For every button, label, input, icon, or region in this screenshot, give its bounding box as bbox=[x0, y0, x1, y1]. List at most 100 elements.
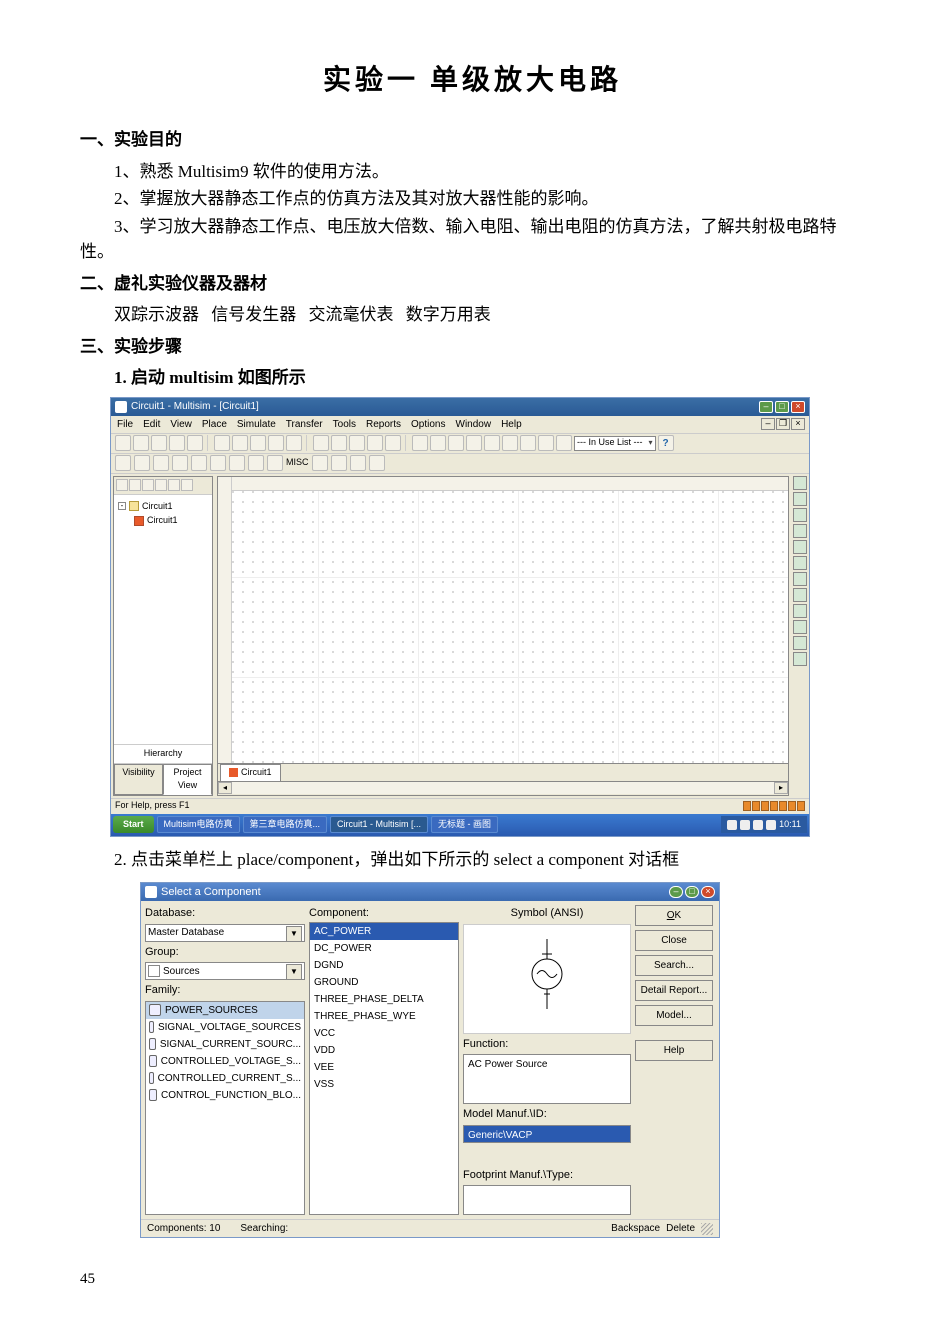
redo-icon[interactable] bbox=[286, 435, 302, 451]
component-list[interactable]: AC_POWER DC_POWER DGND GROUND THREE_PHAS… bbox=[309, 922, 459, 1216]
menu-file[interactable]: File bbox=[117, 417, 133, 432]
close-button[interactable]: × bbox=[791, 401, 805, 413]
tool-icon[interactable] bbox=[502, 435, 518, 451]
minimize-button[interactable]: – bbox=[669, 886, 683, 898]
component-item[interactable]: THREE_PHASE_DELTA bbox=[310, 991, 458, 1008]
comp-icon[interactable] bbox=[369, 455, 385, 471]
help-button[interactable]: Help bbox=[635, 1040, 713, 1061]
comp-icon[interactable] bbox=[312, 455, 328, 471]
tool-icon[interactable] bbox=[484, 435, 500, 451]
sb-icon[interactable] bbox=[181, 479, 193, 491]
tool-icon[interactable] bbox=[520, 435, 536, 451]
start-button[interactable]: Start bbox=[113, 816, 154, 834]
instrument-icon[interactable] bbox=[793, 540, 807, 554]
instrument-icon[interactable] bbox=[793, 572, 807, 586]
zoom-in-icon[interactable] bbox=[331, 435, 347, 451]
family-item[interactable]: CONTROLLED_CURRENT_S... bbox=[146, 1070, 304, 1087]
tool-icon[interactable] bbox=[538, 435, 554, 451]
comp-icon[interactable] bbox=[331, 455, 347, 471]
component-item[interactable]: VDD bbox=[310, 1042, 458, 1059]
component-item[interactable]: VSS bbox=[310, 1076, 458, 1093]
zoom-fit-icon[interactable] bbox=[313, 435, 329, 451]
preview-icon[interactable] bbox=[187, 435, 203, 451]
open-icon[interactable] bbox=[133, 435, 149, 451]
hscrollbar[interactable]: ◂ ▸ bbox=[217, 782, 789, 796]
sb-icon[interactable] bbox=[129, 479, 141, 491]
ok-button[interactable]: OK bbox=[635, 905, 713, 926]
family-item[interactable]: SIGNAL_VOLTAGE_SOURCES bbox=[146, 1019, 304, 1036]
comp-icon[interactable] bbox=[134, 455, 150, 471]
sb-icon[interactable] bbox=[142, 479, 154, 491]
component-item[interactable]: DGND bbox=[310, 957, 458, 974]
tray-icon[interactable] bbox=[727, 820, 737, 830]
comp-icon[interactable] bbox=[229, 455, 245, 471]
menu-simulate[interactable]: Simulate bbox=[237, 417, 276, 432]
family-list[interactable]: POWER_SOURCES SIGNAL_VOLTAGE_SOURCES SIG… bbox=[145, 1001, 305, 1216]
maximize-button[interactable]: □ bbox=[775, 401, 789, 413]
zoom-100-icon[interactable] bbox=[385, 435, 401, 451]
paste-icon[interactable] bbox=[250, 435, 266, 451]
titlebar[interactable]: Circuit1 - Multisim - [Circuit1] – □ × bbox=[111, 398, 809, 416]
comp-icon[interactable] bbox=[210, 455, 226, 471]
tab-visibility[interactable]: Visibility bbox=[114, 764, 163, 795]
new-icon[interactable] bbox=[115, 435, 131, 451]
comp-icon[interactable] bbox=[172, 455, 188, 471]
close-button[interactable]: Close bbox=[635, 930, 713, 951]
scroll-left-icon[interactable]: ◂ bbox=[218, 782, 232, 794]
zoom-out-icon[interactable] bbox=[349, 435, 365, 451]
dialog-titlebar[interactable]: Select a Component – □ × bbox=[141, 883, 719, 901]
instrument-icon[interactable] bbox=[793, 524, 807, 538]
family-item[interactable]: CONTROLLED_VOLTAGE_S... bbox=[146, 1053, 304, 1070]
tool-icon[interactable] bbox=[466, 435, 482, 451]
group-combo[interactable]: Sources bbox=[145, 962, 305, 980]
zoom-area-icon[interactable] bbox=[367, 435, 383, 451]
model-field[interactable]: Generic\VACP bbox=[463, 1125, 631, 1143]
design-toolbox[interactable]: -Circuit1 Circuit1 Hierarchy Visibility … bbox=[113, 476, 213, 796]
sb-icon[interactable] bbox=[168, 479, 180, 491]
comp-icon[interactable] bbox=[191, 455, 207, 471]
taskbar-item[interactable]: Circuit1 - Multisim [... bbox=[330, 816, 428, 834]
menu-place[interactable]: Place bbox=[202, 417, 227, 432]
schematic-canvas[interactable] bbox=[217, 476, 789, 764]
resize-grip-icon[interactable] bbox=[701, 1223, 713, 1235]
taskbar-item[interactable]: Multisim电路仿真 bbox=[157, 816, 240, 834]
component-item[interactable]: VCC bbox=[310, 1025, 458, 1042]
tab-project-view[interactable]: Project View bbox=[163, 764, 212, 795]
instrument-icon[interactable] bbox=[793, 652, 807, 666]
tray-icon[interactable] bbox=[766, 820, 776, 830]
database-combo[interactable]: Master Database bbox=[145, 924, 305, 942]
taskbar-item[interactable]: 第三章电路仿真... bbox=[243, 816, 328, 834]
cut-icon[interactable] bbox=[214, 435, 230, 451]
hierarchy-tree[interactable]: -Circuit1 Circuit1 bbox=[114, 495, 212, 745]
inuse-combo[interactable]: --- In Use List --- bbox=[574, 436, 656, 451]
menu-view[interactable]: View bbox=[170, 417, 192, 432]
instrument-icon[interactable] bbox=[793, 556, 807, 570]
family-item[interactable]: CONTROL_FUNCTION_BLO... bbox=[146, 1087, 304, 1104]
instrument-icon[interactable] bbox=[793, 476, 807, 490]
sb-icon[interactable] bbox=[155, 479, 167, 491]
menu-tools[interactable]: Tools bbox=[333, 417, 356, 432]
search-button[interactable]: Search... bbox=[635, 955, 713, 976]
taskbar-item[interactable]: 无标题 - 画图 bbox=[431, 816, 498, 834]
mdi-close-button[interactable]: × bbox=[791, 418, 805, 430]
menu-reports[interactable]: Reports bbox=[366, 417, 401, 432]
instruments-toolbar[interactable] bbox=[791, 474, 809, 798]
tool-icon[interactable] bbox=[556, 435, 572, 451]
toolbar-components[interactable]: MISC bbox=[111, 454, 809, 474]
tray-icon[interactable] bbox=[753, 820, 763, 830]
save-icon[interactable] bbox=[151, 435, 167, 451]
family-item[interactable]: SIGNAL_CURRENT_SOURC... bbox=[146, 1036, 304, 1053]
tray-icon[interactable] bbox=[740, 820, 750, 830]
close-button[interactable]: × bbox=[701, 886, 715, 898]
minimize-button[interactable]: – bbox=[759, 401, 773, 413]
instrument-icon[interactable] bbox=[793, 492, 807, 506]
menu-transfer[interactable]: Transfer bbox=[286, 417, 323, 432]
scroll-right-icon[interactable]: ▸ bbox=[774, 782, 788, 794]
menubar[interactable]: File Edit View Place Simulate Transfer T… bbox=[111, 416, 809, 434]
windows-taskbar[interactable]: Start Multisim电路仿真 第三章电路仿真... Circuit1 -… bbox=[111, 814, 809, 836]
comp-icon[interactable] bbox=[248, 455, 264, 471]
undo-icon[interactable] bbox=[268, 435, 284, 451]
comp-icon[interactable] bbox=[153, 455, 169, 471]
tool-icon[interactable] bbox=[448, 435, 464, 451]
instrument-icon[interactable] bbox=[793, 588, 807, 602]
